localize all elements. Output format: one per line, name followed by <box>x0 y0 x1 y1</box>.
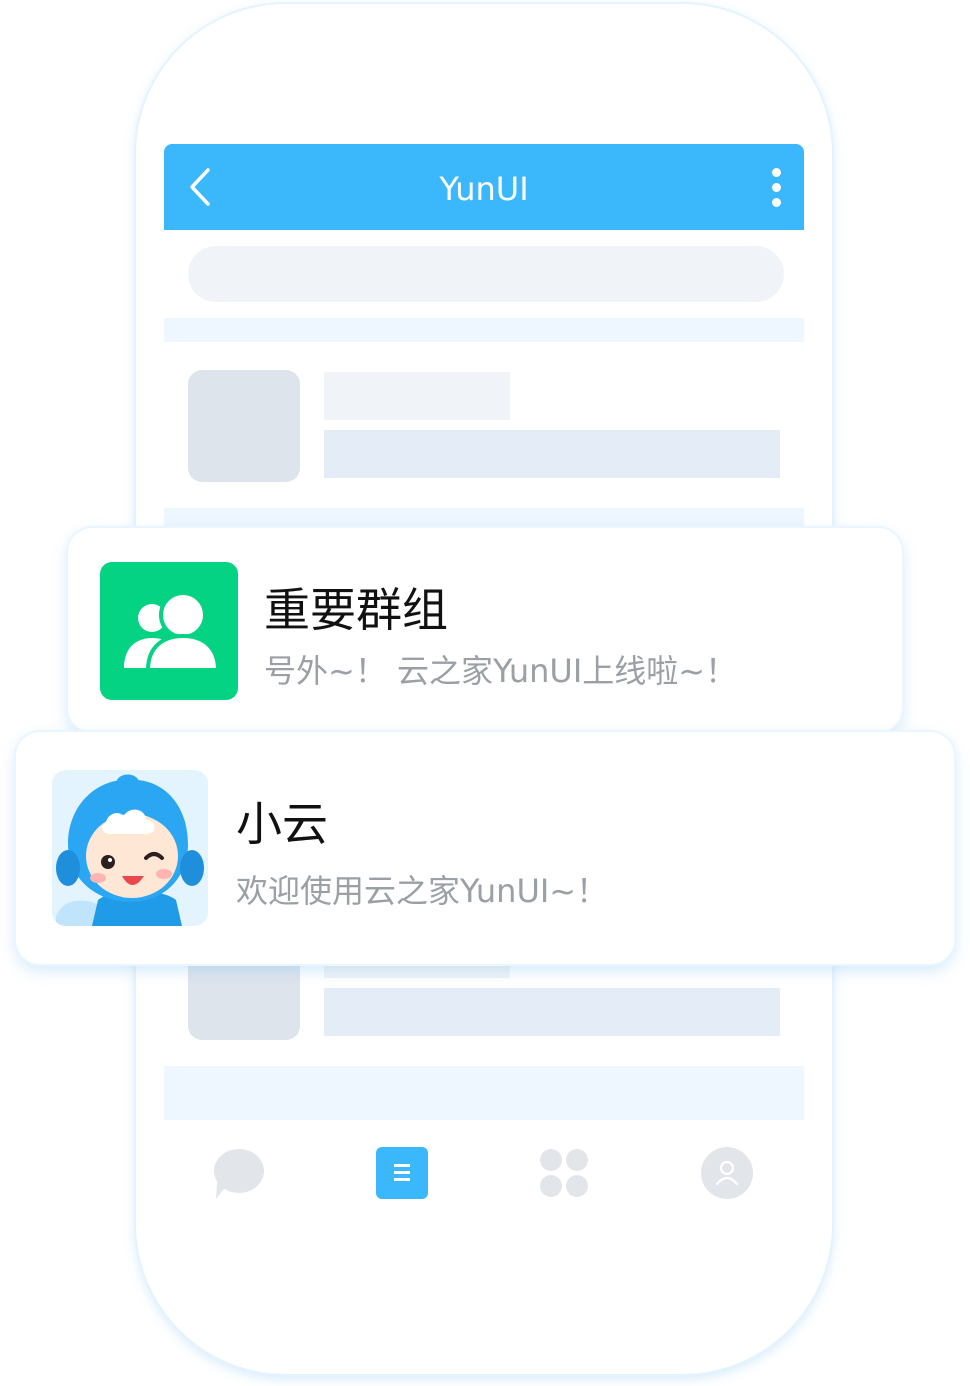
document-list-icon[interactable] <box>376 1147 428 1199</box>
section-divider <box>164 1066 804 1120</box>
message-card-assistant[interactable]: 小云 欢迎使用云之家YunUI~！ <box>16 732 954 964</box>
skeleton-avatar <box>188 370 300 482</box>
section-divider <box>164 318 804 342</box>
message-preview: 欢迎使用云之家YunUI~！ <box>236 872 609 910</box>
skeleton-text-line <box>324 988 780 1036</box>
app-header: YunUI <box>164 144 804 230</box>
message-title: 小云 <box>236 797 328 851</box>
skeleton-text-line <box>324 430 780 478</box>
message-title: 重要群组 <box>264 583 448 637</box>
mascot-avatar-icon <box>52 770 208 926</box>
chat-bubble-icon[interactable] <box>213 1147 265 1199</box>
message-card-group[interactable]: 重要群组 号外~！ 云之家YunUI上线啦~！ <box>68 528 902 732</box>
user-profile-icon[interactable] <box>701 1147 753 1199</box>
vertical-ellipsis-icon[interactable] <box>768 166 784 210</box>
page-title: YunUI <box>439 170 529 208</box>
message-preview: 号外~！ 云之家YunUI上线啦~！ <box>264 652 738 690</box>
apps-grid-icon[interactable] <box>538 1147 590 1199</box>
skeleton-title-line <box>324 372 510 420</box>
app-mockup: YunUI 重要群组 号外~！ 云之家YunUI上线啦~！ 小云 欢迎使用云之家… <box>0 0 970 1386</box>
search-bar-placeholder[interactable] <box>188 246 784 302</box>
group-users-icon <box>100 562 238 700</box>
